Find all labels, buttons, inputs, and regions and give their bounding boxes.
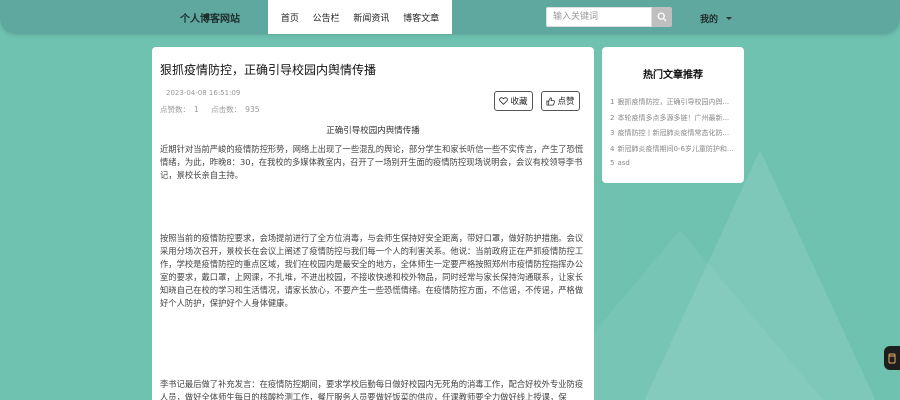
search-button[interactable] bbox=[652, 7, 672, 27]
article-paragraph: 近期针对当前严峻的疫情防控形势，网络上出现了一些混乱的舆论，部分学生和家长听信一… bbox=[160, 144, 584, 180]
hot-article-number: 2 bbox=[610, 113, 615, 122]
search-icon bbox=[657, 12, 667, 22]
hot-article-text: 疫情防控丨新冠肺炎疫情常态化防... bbox=[617, 129, 730, 137]
hot-article-item[interactable]: 1 狠抓疫情防控，正确引导校园内舆... bbox=[610, 97, 738, 113]
article-title: 狠抓疫情防控，正确引导校园内舆情传播 bbox=[160, 63, 377, 77]
article-subtitle: 正确引导校园内舆情传播 bbox=[326, 126, 420, 136]
article-stats: 点赞数： 1 点击数： 935 bbox=[160, 104, 264, 115]
nav-tabs: 首页 公告栏 新闻资讯 博客文章 bbox=[268, 0, 452, 34]
article-card: 狠抓疫情防控，正确引导校园内舆情传播 2023-04-08 16:51:09 点… bbox=[152, 47, 594, 400]
article-paragraph: 按照当前的疫情防控要求，会场提前进行了全方位消毒，与会师生保持好安全距离，带好口… bbox=[160, 233, 584, 308]
thumbs-up-icon bbox=[546, 96, 556, 106]
hot-article-number: 4 bbox=[610, 144, 615, 153]
hot-article-item[interactable]: 2 本轮疫情多点多源多链！广州最新... bbox=[610, 113, 738, 129]
background-decoration bbox=[640, 150, 880, 400]
nav-tab-announcements[interactable]: 公告栏 bbox=[313, 11, 340, 24]
nav-tab-blog[interactable]: 博客文章 bbox=[403, 11, 439, 24]
article-date: 2023-04-08 16:51:09 bbox=[166, 89, 241, 97]
like-button[interactable]: 点赞 bbox=[541, 91, 580, 111]
likes-label: 点赞数： bbox=[160, 105, 190, 114]
article-paragraph: 李书记最后做了补充发言：在疫情防控期间，要求学校后勤每日做好校园内无死角的消毒工… bbox=[160, 379, 584, 400]
likes-count: 1 bbox=[194, 105, 199, 114]
my-menu-label: 我的 bbox=[700, 15, 719, 25]
floating-side-button[interactable] bbox=[884, 346, 900, 370]
caret-down-icon bbox=[726, 17, 733, 20]
favorite-label: 收藏 bbox=[510, 97, 528, 107]
hot-articles-title: 热门文章推荐 bbox=[643, 70, 703, 81]
hot-article-text: 狠抓疫情防控，正确引导校园内舆... bbox=[617, 98, 730, 106]
nav-tab-home[interactable]: 首页 bbox=[281, 11, 299, 24]
hot-article-text: 本轮疫情多点多源多链！广州最新... bbox=[617, 113, 730, 122]
hot-article-item[interactable]: 4 新冠肺炎疫情期间0-6岁儿童防护和... bbox=[610, 144, 738, 160]
site-brand[interactable]: 个人博客网站 bbox=[180, 10, 240, 25]
nav-tab-news[interactable]: 新闻资讯 bbox=[353, 11, 389, 24]
like-label: 点赞 bbox=[557, 97, 575, 107]
hot-article-number: 3 bbox=[610, 129, 615, 137]
top-navbar: 个人博客网站 首页 公告栏 新闻资讯 博客文章 我的 bbox=[0, 0, 900, 34]
clicks-label: 点击数： bbox=[211, 105, 242, 114]
favorite-button[interactable]: 收藏 bbox=[494, 91, 533, 111]
hot-articles-panel: 热门文章推荐 1 狠抓疫情防控，正确引导校园内舆... 2 本轮疫情多点多源多链！广… bbox=[602, 47, 744, 183]
search-input[interactable] bbox=[546, 7, 652, 27]
hot-articles-list: 1 狠抓疫情防控，正确引导校园内舆... 2 本轮疫情多点多源多链！广州最新... … bbox=[610, 97, 738, 175]
heart-icon bbox=[499, 97, 509, 105]
hot-article-number: 5 bbox=[610, 159, 615, 167]
my-menu[interactable]: 我的 bbox=[700, 12, 733, 25]
clicks-count: 935 bbox=[245, 105, 260, 114]
hot-article-text: 新冠肺炎疫情期间0-6岁儿童防护和... bbox=[617, 144, 734, 153]
hot-article-text: asd bbox=[617, 159, 630, 167]
cup-icon bbox=[888, 353, 896, 364]
hot-article-item[interactable]: 5 asd bbox=[610, 159, 738, 175]
hot-article-number: 1 bbox=[610, 98, 615, 106]
hot-article-item[interactable]: 3 疫情防控丨新冠肺炎疫情常态化防... bbox=[610, 128, 738, 144]
